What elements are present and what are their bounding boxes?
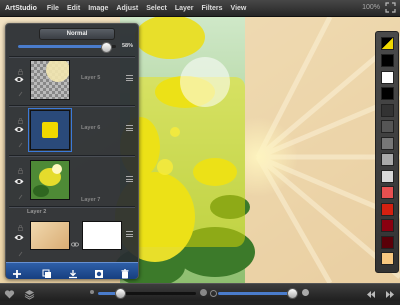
link-icon[interactable]	[18, 84, 23, 97]
color-swatch-palette	[375, 31, 399, 273]
layer-row[interactable]: Layer 5	[9, 58, 135, 104]
fullscreen-icon[interactable]	[385, 2, 396, 13]
layer-row[interactable]: Layer 2	[9, 208, 135, 262]
opacity-value: 58%	[122, 43, 134, 49]
menu-image[interactable]: Image	[84, 5, 112, 12]
duplicate-layer-icon[interactable]	[42, 266, 52, 278]
mask-icon[interactable]	[94, 266, 104, 278]
visibility-eye-icon[interactable]	[14, 172, 24, 184]
layers-panel: Normal 58% Layer 5 Layer 6 Layer 7 Layer…	[5, 23, 139, 279]
blend-mode-select[interactable]: Normal	[39, 28, 115, 40]
color-swatch[interactable]	[381, 153, 394, 166]
color-swatch[interactable]	[381, 54, 394, 67]
visibility-eye-icon[interactable]	[14, 120, 24, 132]
menu-layer[interactable]: Layer	[171, 5, 198, 12]
undo-icon[interactable]	[366, 287, 377, 298]
drag-handle-icon[interactable]	[126, 176, 133, 182]
layer-name: Layer 2	[27, 209, 47, 215]
opacity-max-icon	[302, 289, 309, 296]
app-title: ArtStudio	[5, 4, 37, 12]
trash-icon[interactable]	[120, 266, 130, 279]
brush-size-min-dot	[90, 290, 94, 294]
menu-view[interactable]: View	[227, 5, 251, 12]
layers-stack-icon[interactable]	[24, 287, 35, 300]
layer-name: Layer 6	[81, 125, 101, 131]
visibility-eye-icon[interactable]	[14, 228, 24, 240]
color-swatch[interactable]	[381, 252, 394, 265]
opacity-min-icon	[210, 290, 217, 297]
drag-handle-icon[interactable]	[126, 231, 133, 237]
color-swatch[interactable]	[381, 87, 394, 100]
layer-row-selected[interactable]: Layer 6	[9, 107, 135, 153]
menu-select[interactable]: Select	[142, 5, 171, 12]
link-icon[interactable]	[18, 244, 23, 257]
layer-name: Layer 5	[81, 75, 101, 81]
menu-bar: ArtStudio File Edit Image Adjust Select …	[0, 0, 400, 17]
color-swatch[interactable]	[381, 235, 394, 249]
color-swatch[interactable]	[381, 202, 394, 216]
brush-size-track[interactable]	[98, 292, 196, 295]
color-swatch[interactable]	[381, 186, 394, 199]
drag-handle-icon[interactable]	[126, 125, 133, 131]
heart-icon[interactable]	[4, 287, 15, 299]
color-swatch[interactable]	[381, 136, 394, 150]
lock-icon[interactable]	[18, 161, 23, 174]
layer-thumbnail[interactable]	[30, 58, 70, 100]
color-swatch[interactable]	[381, 70, 394, 84]
bottom-toolbar	[0, 283, 400, 301]
brush-opacity-knob[interactable]	[287, 288, 299, 299]
lock-icon[interactable]	[18, 218, 23, 231]
color-swatch[interactable]	[381, 120, 394, 133]
merge-down-icon[interactable]	[68, 266, 78, 279]
brush-size-max-dot	[200, 289, 207, 296]
lock-icon[interactable]	[18, 111, 23, 124]
brush-opacity-track[interactable]	[218, 292, 298, 295]
drag-handle-icon[interactable]	[126, 75, 133, 81]
layer-name: Layer 7	[81, 197, 101, 203]
opacity-slider-fill	[18, 45, 106, 48]
menu-adjust[interactable]: Adjust	[112, 5, 142, 12]
link-icon[interactable]	[18, 135, 23, 148]
layer-thumbnail[interactable]	[30, 160, 70, 200]
visibility-eye-icon[interactable]	[14, 70, 24, 82]
current-color-swatch[interactable]	[381, 37, 394, 50]
lock-icon[interactable]	[18, 62, 23, 75]
color-swatch[interactable]	[381, 219, 394, 232]
layer-thumbnail[interactable]	[28, 108, 72, 152]
color-swatch[interactable]	[381, 103, 394, 117]
brush-opacity-fill	[218, 292, 293, 295]
layers-toolbar	[6, 262, 138, 279]
battery-indicator: 100%	[362, 4, 380, 11]
redo-icon[interactable]	[384, 287, 395, 298]
layer-thumbnail[interactable]	[30, 221, 70, 250]
layer-mask-thumbnail[interactable]	[82, 221, 122, 250]
menu-edit[interactable]: Edit	[63, 5, 84, 12]
add-layer-icon[interactable]	[12, 266, 22, 278]
menu-file[interactable]: File	[43, 5, 63, 12]
brush-size-knob[interactable]	[114, 288, 126, 299]
link-icon[interactable]	[18, 187, 23, 200]
menu-filters[interactable]: Filters	[198, 5, 227, 12]
opacity-slider-knob[interactable]	[101, 42, 112, 53]
mask-link-icon[interactable]	[71, 234, 79, 247]
color-swatch[interactable]	[381, 169, 394, 183]
layer-row[interactable]: Layer 7	[9, 157, 135, 205]
